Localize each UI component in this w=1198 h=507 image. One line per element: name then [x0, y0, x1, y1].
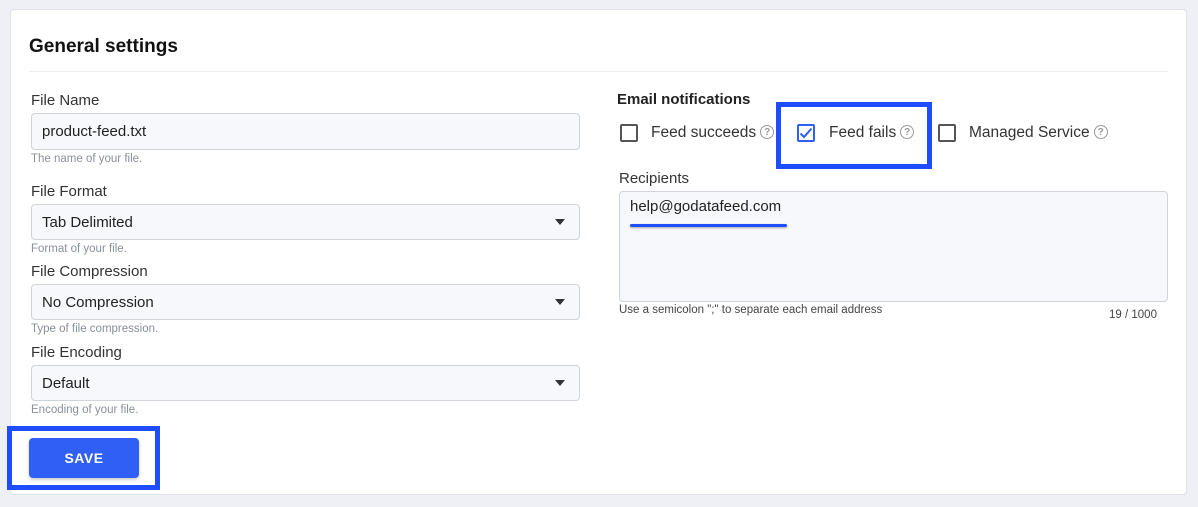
file-format-hint: Format of your file.: [31, 243, 127, 255]
file-encoding-label: File Encoding: [31, 344, 122, 361]
highlight-underline: [630, 224, 787, 227]
managed-service-checkbox[interactable]: [938, 124, 956, 142]
help-icon[interactable]: ?: [1093, 125, 1108, 139]
file-compression-select[interactable]: No Compression: [31, 284, 580, 320]
divider: [29, 71, 1168, 72]
recipients-counter: 19 / 1000: [1109, 309, 1157, 321]
file-compression-label: File Compression: [31, 263, 148, 280]
recipients-value: help@godatafeed.com: [630, 198, 782, 215]
file-name-input[interactable]: product-feed.txt: [31, 113, 580, 150]
file-compression-hint: Type of file compression.: [31, 323, 159, 335]
managed-service-label: Managed Service: [969, 124, 1090, 141]
file-name-value: product-feed.txt: [42, 123, 147, 140]
chevron-down-icon: [555, 219, 565, 225]
file-compression-value: No Compression: [42, 293, 154, 311]
chevron-down-icon: [555, 299, 565, 305]
file-name-label: File Name: [31, 92, 100, 109]
feed-succeeds-option[interactable]: Feed succeeds ?: [620, 124, 775, 142]
feed-succeeds-checkbox[interactable]: [620, 124, 638, 142]
file-format-select[interactable]: Tab Delimited: [31, 204, 580, 240]
file-encoding-value: Default: [42, 374, 90, 392]
file-format-value: Tab Delimited: [42, 213, 133, 231]
section-title: General settings: [29, 36, 178, 57]
file-format-label: File Format: [31, 183, 107, 200]
recipients-hint: Use a semicolon ";" to separate each ema…: [619, 304, 883, 316]
chevron-down-icon: [555, 380, 565, 386]
managed-service-option[interactable]: Managed Service ?: [938, 124, 1108, 142]
recipients-label: Recipients: [619, 170, 690, 187]
help-icon[interactable]: ?: [760, 125, 775, 139]
general-settings-card: General settings File Name product-feed.…: [10, 9, 1187, 495]
highlight-box-feed-fails: [776, 102, 932, 169]
file-encoding-select[interactable]: Default: [31, 365, 580, 401]
email-notifications-heading: Email notifications: [617, 91, 751, 108]
recipients-textarea[interactable]: help@godatafeed.com: [619, 191, 1168, 302]
feed-succeeds-label: Feed succeeds: [651, 124, 757, 141]
file-encoding-hint: Encoding of your file.: [31, 404, 139, 416]
file-name-hint: The name of your file.: [31, 153, 143, 165]
highlight-box-save: [7, 426, 160, 490]
